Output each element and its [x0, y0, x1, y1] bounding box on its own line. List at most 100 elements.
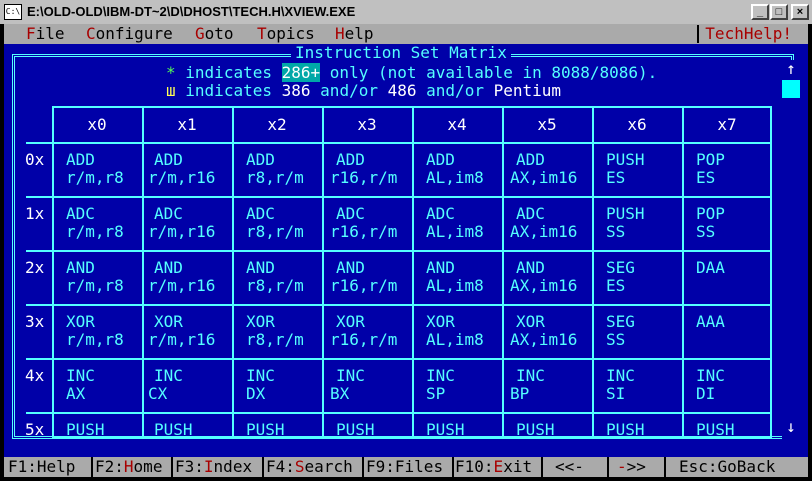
matrix-cell[interactable]: PUSH — [510, 421, 600, 439]
maximize-button[interactable]: □ — [770, 4, 788, 20]
matrix-cell[interactable]: ADC r/m,r8 — [66, 205, 156, 241]
cell-mnemonic: AND — [66, 258, 95, 277]
legend-386-pre: indicates — [185, 81, 272, 100]
matrix-cell[interactable]: PUSH — [426, 421, 516, 439]
menu-goto[interactable]: Goto — [195, 25, 234, 43]
matrix-cell[interactable]: ADC r16,r/m — [330, 205, 420, 241]
legend-286-highlight[interactable]: 286+ — [281, 63, 321, 82]
cell-mnemonic: AND — [516, 258, 545, 277]
legend-pentium-link[interactable]: Pentium — [494, 81, 561, 100]
matrix-cell[interactable]: INC BP — [510, 367, 600, 403]
cell-mnemonic: INC — [696, 366, 725, 385]
menu-topics[interactable]: Topics — [257, 25, 315, 43]
matrix-cell[interactable]: XOR AL,im8 — [426, 313, 516, 349]
matrix-cell[interactable]: ADD r8,r/m — [246, 151, 336, 187]
status-next-hotkey: - — [617, 457, 627, 476]
matrix-cell[interactable]: ADD AL,im8 — [426, 151, 516, 187]
status-f3-index[interactable]: F3:Index — [175, 458, 252, 476]
cell-mnemonic: PUSH — [426, 420, 465, 439]
matrix-cell[interactable]: XOR r16,r/m — [330, 313, 420, 349]
status-f2-home[interactable]: F2:Home — [95, 458, 162, 476]
grid-hline — [26, 412, 772, 414]
matrix-cell[interactable]: PUSH — [66, 421, 156, 439]
menu-help[interactable]: Help — [335, 25, 374, 43]
matrix-cell[interactable]: PUSH — [330, 421, 420, 439]
matrix-cell[interactable]: AND r8,r/m — [246, 259, 336, 295]
scroll-up-arrow-icon[interactable]: ↑ — [782, 60, 800, 78]
status-f9-files[interactable]: F9:Files — [366, 458, 443, 476]
matrix-cell[interactable]: INC SP — [426, 367, 516, 403]
status-f9-key: F9 — [366, 457, 386, 476]
matrix-cell[interactable]: AND r/m,r16 — [148, 259, 238, 295]
vertical-scrollbar[interactable]: ↑ ↓ — [782, 60, 800, 439]
matrix-cell[interactable]: ADC r/m,r16 — [148, 205, 238, 241]
matrix-cell[interactable]: INC BX — [330, 367, 420, 403]
matrix-cell[interactable]: XOR r8,r/m — [246, 313, 336, 349]
matrix-cell[interactable]: PUSH — [148, 421, 238, 439]
close-button[interactable]: × — [791, 4, 809, 20]
matrix-cell[interactable]: INC DX — [246, 367, 336, 403]
matrix-cell[interactable]: PUSH — [606, 421, 696, 439]
matrix-cell[interactable]: PUSH ES — [606, 151, 696, 187]
scroll-down-arrow-icon[interactable]: ↓ — [782, 418, 800, 436]
matrix-cell[interactable]: DAA — [696, 259, 786, 277]
status-f4-search[interactable]: F4:Search — [266, 458, 353, 476]
matrix-cell[interactable]: INC DI — [696, 367, 786, 403]
matrix-cell[interactable]: POP ES — [696, 151, 786, 187]
cell-mnemonic: XOR — [516, 312, 545, 331]
matrix-cell[interactable]: PUSH — [246, 421, 336, 439]
matrix-cell[interactable]: SEG SS — [606, 313, 696, 349]
matrix-cell[interactable]: AND AX,im16 — [510, 259, 600, 295]
matrix-cell[interactable]: ADD r/m,r8 — [66, 151, 156, 187]
matrix-cell[interactable]: AND r16,r/m — [330, 259, 420, 295]
matrix-cell[interactable]: ADD r/m,r16 — [148, 151, 238, 187]
matrix-cell[interactable]: INC CX — [148, 367, 238, 403]
grid-hline — [26, 196, 772, 198]
legend-486-link[interactable]: 486 — [388, 81, 417, 100]
status-separator — [607, 457, 609, 477]
matrix-cell[interactable]: SEG ES — [606, 259, 696, 295]
techhelp-brand[interactable]: TechHelp! — [697, 25, 798, 43]
legend-386-link[interactable]: 386 — [282, 81, 311, 100]
cell-operands: r/m,r16 — [148, 276, 216, 295]
matrix-cell[interactable]: ADC r8,r/m — [246, 205, 336, 241]
window-titlebar[interactable]: C:\ E:\OLD-OLD\IBM-DT~2\D\DHOST\TECH.H\X… — [0, 0, 812, 24]
matrix-cell[interactable]: ADC AL,im8 — [426, 205, 516, 241]
legend-386-mid2: and/or — [426, 81, 484, 100]
matrix-cell[interactable]: POP SS — [696, 205, 786, 241]
matrix-cell[interactable]: AND AL,im8 — [426, 259, 516, 295]
matrix-cell[interactable]: INC SI — [606, 367, 696, 403]
cell-mnemonic: INC — [516, 366, 545, 385]
matrix-cell[interactable]: AAA — [696, 313, 786, 331]
status-prev-button[interactable]: <<- — [555, 458, 584, 476]
status-esc-goback[interactable]: Esc:GoBack — [679, 458, 775, 476]
matrix-cell[interactable]: PUSH — [696, 421, 786, 439]
console-app-icon[interactable]: C:\ — [4, 4, 22, 20]
matrix-cell[interactable]: XOR AX,im16 — [510, 313, 600, 349]
scroll-track[interactable] — [786, 100, 796, 416]
status-f10-exit[interactable]: F10:Exit — [455, 458, 532, 476]
cell-mnemonic: SEG — [606, 258, 635, 277]
matrix-cell[interactable]: ADD r16,r/m — [330, 151, 420, 187]
matrix-cell[interactable]: PUSH SS — [606, 205, 696, 241]
col-header-x7: x7 — [717, 115, 737, 134]
matrix-cell[interactable]: XOR r/m,r8 — [66, 313, 156, 349]
menu-configure[interactable]: Configure — [86, 25, 173, 43]
matrix-cell[interactable]: ADD AX,im16 — [510, 151, 600, 187]
status-f2-hotkey: H — [123, 457, 134, 476]
scroll-thumb[interactable] — [782, 80, 800, 98]
cell-operands: DI — [696, 384, 716, 403]
status-f1-help[interactable]: F1:Help — [8, 458, 75, 476]
matrix-cell[interactable]: AND r/m,r8 — [66, 259, 156, 295]
cell-mnemonic: POP — [696, 204, 725, 223]
cell-operands: SS — [606, 222, 626, 241]
matrix-cell[interactable]: INC AX — [66, 367, 156, 403]
cell-mnemonic: PUSH — [246, 420, 285, 439]
matrix-cell[interactable]: XOR r/m,r16 — [148, 313, 238, 349]
status-next-button[interactable]: ->> — [617, 458, 646, 476]
minimize-button[interactable]: _ — [751, 4, 769, 20]
matrix-cell[interactable]: ADC AX,im16 — [510, 205, 600, 241]
cell-mnemonic: PUSH — [336, 420, 375, 439]
menu-file[interactable]: File — [26, 25, 65, 43]
status-f1-key: F1 — [8, 457, 28, 476]
